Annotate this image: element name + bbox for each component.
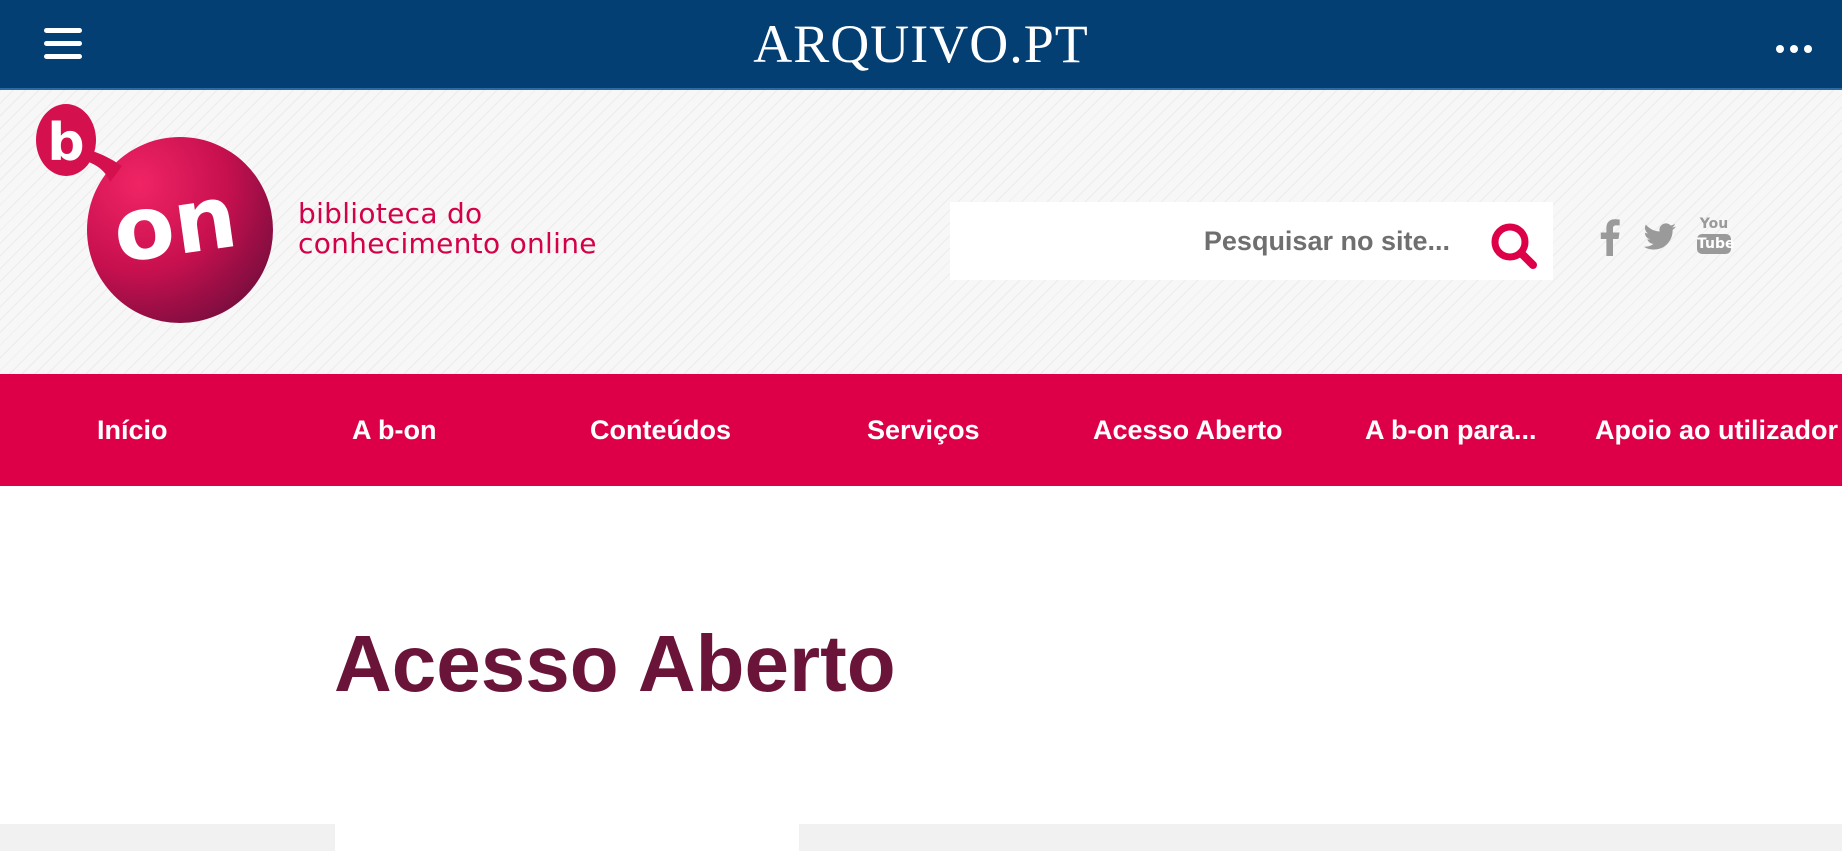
twitter-icon[interactable] <box>1643 218 1677 258</box>
nav-item-apoio-utilizador[interactable]: Apoio ao utilizador <box>1595 374 1838 486</box>
search-icon[interactable] <box>1490 222 1538 270</box>
tagline-line-1: biblioteca do <box>298 197 483 230</box>
nav-item-a-b-on[interactable]: A b-on <box>352 374 436 486</box>
search-input[interactable] <box>950 202 1450 280</box>
tagline-line-2: conhecimento online <box>298 227 597 260</box>
youtube-label-top: You <box>1699 216 1729 232</box>
nav-item-acesso-aberto[interactable]: Acesso Aberto <box>1093 374 1283 486</box>
youtube-icon[interactable]: You Tube <box>1697 216 1735 258</box>
more-dots-icon[interactable] <box>1776 40 1820 53</box>
facebook-icon[interactable] <box>1599 218 1621 258</box>
nav-item-inicio[interactable]: Início <box>97 374 168 486</box>
content-strip-right <box>799 824 1842 851</box>
site-tagline: biblioteca do conhecimento online <box>298 199 597 259</box>
arquivo-brand-logo[interactable]: ARQUIVO.PT <box>0 12 1842 76</box>
nav-item-conteudos[interactable]: Conteúdos <box>590 374 731 486</box>
youtube-label-bottom: Tube <box>1697 234 1735 254</box>
page-title: Acesso Aberto <box>334 619 896 708</box>
search-box <box>950 202 1553 280</box>
b-on-logo[interactable]: b on <box>26 102 278 324</box>
nav-item-servicos[interactable]: Serviços <box>867 374 980 486</box>
logo-b-letter: b <box>47 113 84 173</box>
main-nav: Início A b-on Conteúdos Serviços Acesso … <box>0 374 1842 486</box>
logo-on-letters: on <box>107 164 243 283</box>
content-strip-left <box>0 824 335 851</box>
nav-item-a-b-on-para[interactable]: A b-on para... <box>1365 374 1537 486</box>
arquivo-top-bar: ARQUIVO.PT <box>0 0 1842 90</box>
